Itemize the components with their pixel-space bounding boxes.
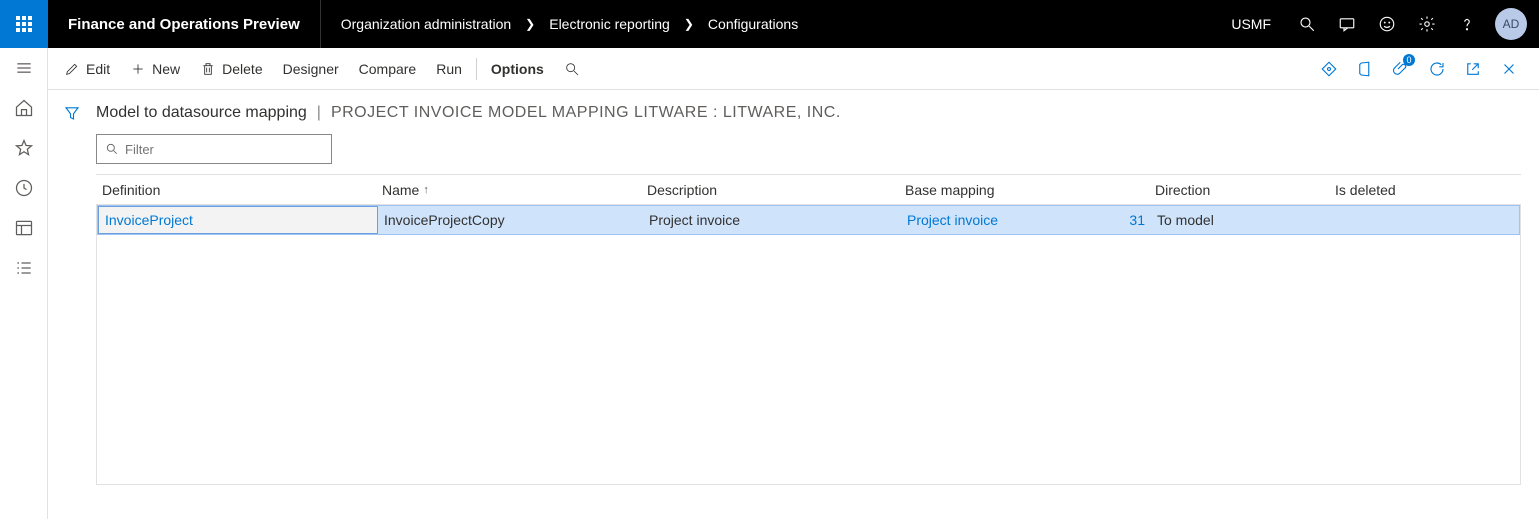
designer-button[interactable]: Designer: [273, 48, 349, 89]
titlebar-right: USMF AD: [1215, 0, 1539, 48]
shell: Edit New Delete Designer Compare Run Opt…: [0, 48, 1539, 519]
feedback-button[interactable]: [1367, 0, 1407, 48]
titlebar: Finance and Operations Preview Organizat…: [0, 0, 1539, 48]
messages-button[interactable]: [1327, 0, 1367, 48]
cell-name[interactable]: InvoiceProjectCopy: [378, 212, 643, 228]
funnel-icon: [63, 104, 81, 122]
table-row[interactable]: InvoiceProject InvoiceProjectCopy Projec…: [97, 205, 1520, 235]
left-nav-rail: [0, 48, 48, 519]
modules-button[interactable]: [0, 248, 48, 288]
delete-label: Delete: [222, 61, 262, 77]
content-column: Edit New Delete Designer Compare Run Opt…: [48, 48, 1539, 519]
popout-icon: [1464, 60, 1482, 78]
close-icon: [1500, 60, 1518, 78]
grid-filter-box[interactable]: [96, 134, 332, 164]
cell-direction[interactable]: To model: [1151, 212, 1331, 228]
clock-icon: [14, 178, 34, 198]
attachments-badge: 0: [1403, 54, 1415, 66]
page-subtitle: PROJECT INVOICE MODEL MAPPING LITWARE : …: [331, 104, 841, 122]
breadcrumb-item[interactable]: Electronic reporting: [549, 16, 670, 32]
page-heading: Model to datasource mapping | PROJECT IN…: [96, 104, 1521, 134]
star-icon: [14, 138, 34, 158]
home-icon: [14, 98, 34, 118]
new-button[interactable]: New: [120, 48, 190, 89]
company-code[interactable]: USMF: [1215, 16, 1287, 32]
sort-asc-icon: ↑: [423, 184, 429, 196]
compare-label: Compare: [359, 61, 417, 77]
content-row: Model to datasource mapping | PROJECT IN…: [48, 90, 1539, 519]
refresh-icon: [1428, 60, 1446, 78]
col-name[interactable]: Name↑: [376, 182, 641, 198]
edit-button[interactable]: Edit: [54, 48, 120, 89]
col-definition[interactable]: Definition: [96, 182, 376, 198]
filter-pane-toggle[interactable]: [48, 90, 96, 519]
refresh-button[interactable]: [1419, 48, 1455, 90]
search-icon: [564, 61, 580, 77]
breadcrumb-item[interactable]: Configurations: [708, 16, 798, 32]
delete-button[interactable]: Delete: [190, 48, 272, 89]
favorites-button[interactable]: [0, 128, 48, 168]
related-info-button[interactable]: [1311, 48, 1347, 90]
app-launcher-button[interactable]: [0, 0, 48, 48]
home-button[interactable]: [0, 88, 48, 128]
chevron-right-icon: ❯: [684, 17, 694, 31]
col-base-mapping[interactable]: Base mapping: [899, 182, 1109, 198]
breadcrumb-item[interactable]: Organization administration: [341, 16, 511, 32]
main: Model to datasource mapping | PROJECT IN…: [96, 90, 1539, 519]
separator: [476, 58, 477, 80]
grid-body: InvoiceProject InvoiceProjectCopy Projec…: [96, 205, 1521, 485]
help-button[interactable]: [1447, 0, 1487, 48]
run-label: Run: [436, 61, 462, 77]
app-title: Finance and Operations Preview: [48, 0, 321, 48]
breadcrumb: Organization administration ❯ Electronic…: [321, 16, 818, 32]
cell-description[interactable]: Project invoice: [643, 212, 901, 228]
grid-filter-input[interactable]: [125, 142, 323, 157]
edit-label: Edit: [86, 61, 110, 77]
search-icon: [105, 142, 119, 156]
designer-label: Designer: [283, 61, 339, 77]
user-avatar[interactable]: AD: [1495, 8, 1527, 40]
settings-button[interactable]: [1407, 0, 1447, 48]
compare-button[interactable]: Compare: [349, 48, 427, 89]
office-icon: [1356, 60, 1374, 78]
col-description[interactable]: Description: [641, 182, 899, 198]
popout-button[interactable]: [1455, 48, 1491, 90]
col-is-deleted[interactable]: Is deleted: [1329, 182, 1489, 198]
page-title: Model to datasource mapping: [96, 104, 307, 122]
new-label: New: [152, 61, 180, 77]
nav-toggle-button[interactable]: [0, 48, 48, 88]
run-button[interactable]: Run: [426, 48, 472, 89]
page-search-button[interactable]: [554, 48, 590, 89]
close-button[interactable]: [1491, 48, 1527, 90]
waffle-icon: [16, 16, 32, 32]
list-icon: [14, 258, 34, 278]
action-bar: Edit New Delete Designer Compare Run Opt…: [48, 48, 1539, 90]
heading-separator: |: [317, 104, 321, 122]
right-actions: 0: [1311, 48, 1533, 90]
diamond-icon: [1320, 60, 1338, 78]
search-button[interactable]: [1287, 0, 1327, 48]
pencil-icon: [64, 61, 80, 77]
plus-icon: [130, 61, 146, 77]
data-grid: Definition Name↑ Description Base mappin…: [96, 174, 1521, 485]
workspaces-button[interactable]: [0, 208, 48, 248]
chevron-right-icon: ❯: [525, 17, 535, 31]
workspace-icon: [14, 218, 34, 238]
cell-base-mapping[interactable]: Project invoice: [901, 212, 1111, 228]
grid-header: Definition Name↑ Description Base mappin…: [96, 175, 1521, 205]
cell-definition[interactable]: InvoiceProject: [98, 206, 378, 234]
col-direction[interactable]: Direction: [1149, 182, 1329, 198]
options-button[interactable]: Options: [481, 48, 554, 89]
hamburger-icon: [14, 58, 34, 78]
options-label: Options: [491, 61, 544, 77]
cell-base-mapping-num[interactable]: 31: [1111, 212, 1151, 228]
trash-icon: [200, 61, 216, 77]
attachments-button[interactable]: 0: [1383, 48, 1419, 90]
recent-button[interactable]: [0, 168, 48, 208]
office-button[interactable]: [1347, 48, 1383, 90]
